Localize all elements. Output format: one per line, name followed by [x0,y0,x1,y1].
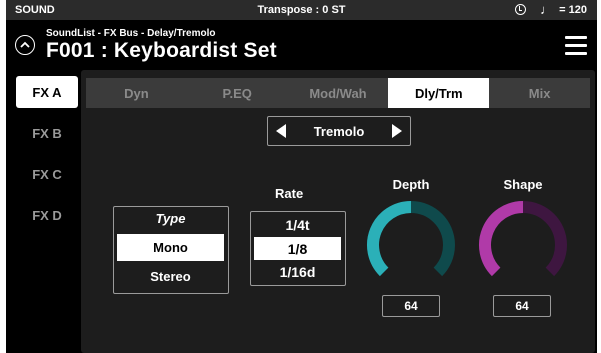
tab-fx-d[interactable]: FX D [16,199,78,231]
tempo-value: = 120 [559,3,587,16]
shape-label: Shape [503,177,543,192]
shape-knob-level [479,201,524,277]
header: SoundList - FX Bus - Delay/Tremolo F001 … [6,20,597,66]
fx-panel: Dyn P.EQ Mod/Wah Dly/Trm Mix Tremolo Typ… [81,70,595,353]
rate-label: Rate [275,186,304,201]
shape-knob[interactable] [475,197,571,293]
metronome-clock-icon [515,4,527,15]
type-label: Type [155,211,186,226]
type-option-stereo[interactable]: Stereo [117,263,224,290]
tab-mod-wah[interactable]: Mod/Wah [288,78,389,108]
tab-fx-a[interactable]: FX A [16,76,78,108]
depth-label: Depth [392,177,430,192]
type-selector: Type Mono Stereo [113,206,229,294]
depth-knob-level [367,201,412,277]
triangle-right-icon[interactable] [391,124,402,138]
tab-dly-trm[interactable]: Dly/Trm [388,78,490,108]
tab-fx-b[interactable]: FX B [16,117,78,149]
tempo-note-icon: ♩ [540,2,554,17]
app-screen: SOUND Transpose : 0 ST ♩ = 120 SoundList… [6,0,597,353]
triangle-left-icon[interactable] [276,124,286,138]
depth-knob[interactable] [363,197,459,293]
tempo-display: ♩ = 120 [515,3,587,16]
effect-tab-bar: Dyn P.EQ Mod/Wah Dly/Trm Mix [86,78,590,108]
rate-option-1-16d[interactable]: 1/16d [254,260,341,283]
tab-fx-c[interactable]: FX C [16,158,78,190]
page-title: F001 : Keyboardist Set [46,39,277,62]
hamburger-menu-icon [565,36,587,39]
rate-selector: 1/4t 1/8 1/16d [250,211,346,286]
up-button[interactable] [15,35,35,55]
tab-peq[interactable]: P.EQ [187,78,288,108]
chevron-up-icon [20,41,30,48]
type-option-mono[interactable]: Mono [117,234,224,261]
rate-option-1-4t[interactable]: 1/4t [254,213,341,236]
fx-tab-list: FX A FX B FX C FX D [16,76,78,240]
status-bar: SOUND Transpose : 0 ST ♩ = 120 [6,0,597,20]
rate-option-1-8[interactable]: 1/8 [254,237,341,260]
effect-type-selector: Tremolo [267,116,411,146]
breadcrumb: SoundList - FX Bus - Delay/Tremolo [46,28,216,39]
tab-dyn[interactable]: Dyn [86,78,187,108]
depth-value[interactable]: 64 [382,295,440,317]
effect-type-value[interactable]: Tremolo [314,124,365,139]
tab-mix[interactable]: Mix [489,78,590,108]
shape-value[interactable]: 64 [493,295,551,317]
menu-button[interactable] [565,36,587,56]
transpose-label: Transpose : 0 ST [257,4,346,16]
